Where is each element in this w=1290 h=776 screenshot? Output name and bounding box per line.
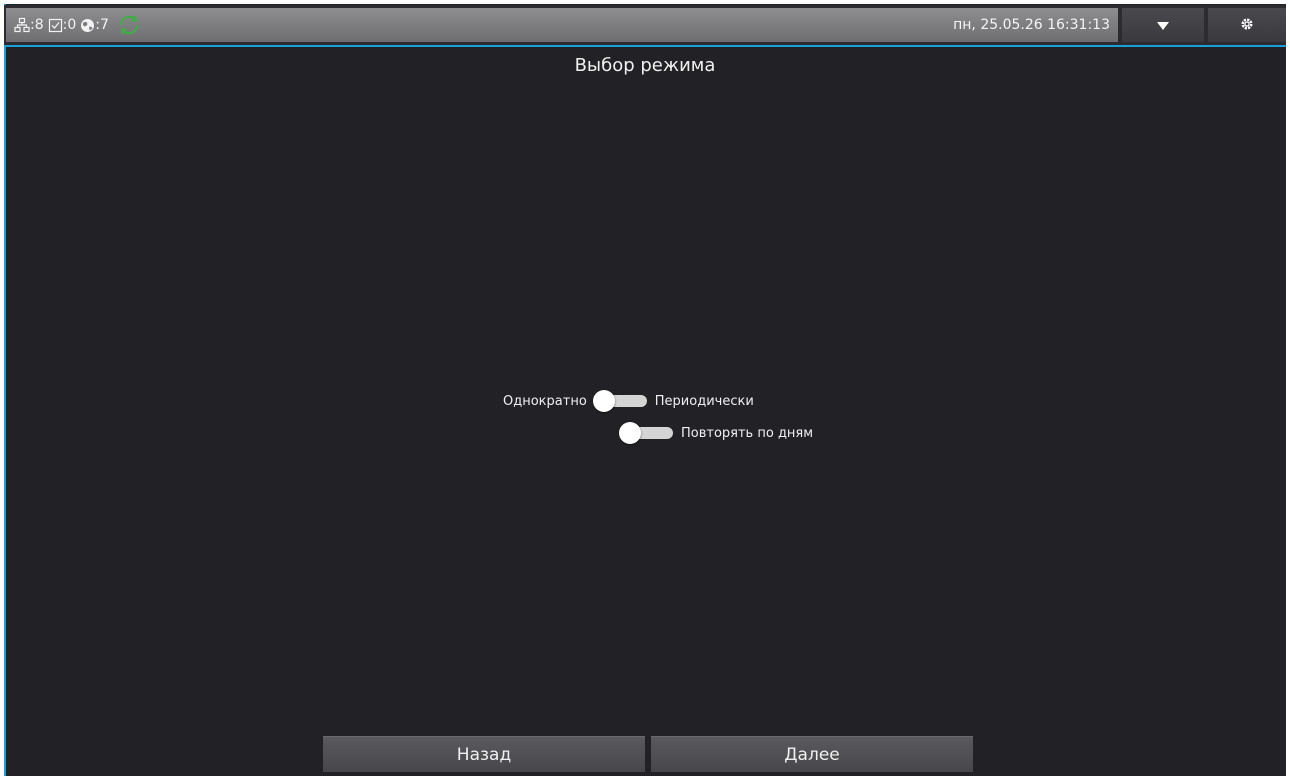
repeat-toggle-switch[interactable] <box>619 422 675 444</box>
datetime: пн, 25.05.26 16:31:13 <box>953 17 1110 33</box>
status-indicators: :8 :0 :7 <box>14 8 143 42</box>
globe-icon <box>80 18 95 33</box>
sync-icon <box>115 14 143 36</box>
back-button[interactable]: Назад <box>323 736 645 772</box>
repeat-toggle-row: Повторять по дням <box>613 422 813 444</box>
globe-count: :7 <box>95 17 109 33</box>
gear-icon <box>1240 16 1254 35</box>
task-count: :0 <box>62 17 77 33</box>
mode-toggle-row: Однократно Периодически <box>503 390 754 412</box>
globe-indicator: :7 <box>80 17 109 33</box>
status-panel: :8 :0 :7 пн, 25.05.26 16:31:13 <box>6 8 1118 42</box>
toggle-knob <box>592 390 615 412</box>
dropdown-button[interactable] <box>1122 8 1204 42</box>
settings-button[interactable] <box>1208 8 1286 42</box>
repeat-label: Повторять по дням <box>681 425 814 441</box>
network-icon <box>14 17 30 33</box>
chevron-down-icon <box>1156 16 1170 35</box>
mode-toggle-switch[interactable] <box>592 390 649 412</box>
network-count: :8 <box>30 17 44 33</box>
next-button[interactable]: Далее <box>651 736 973 772</box>
toggle-knob <box>619 422 641 444</box>
mode-right-label: Периодически <box>654 393 754 409</box>
mode-left-label: Однократно <box>503 393 587 409</box>
status-bar: :8 :0 :7 пн, 25.05.26 16:31:13 <box>4 5 1286 47</box>
network-indicator: :8 <box>14 17 44 33</box>
page-title: Выбор режима <box>574 55 716 76</box>
checkbox-icon <box>48 18 63 33</box>
task-indicator: :0 <box>48 17 77 33</box>
